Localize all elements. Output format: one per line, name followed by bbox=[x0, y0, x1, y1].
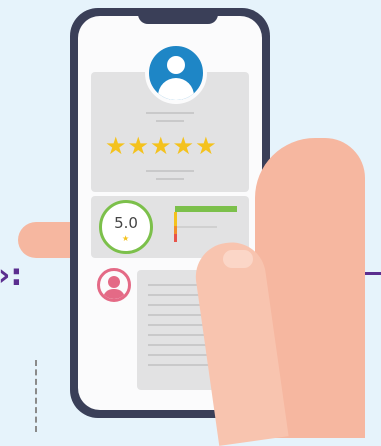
star-rating: ★★★★★ bbox=[105, 132, 218, 160]
subtitle-placeholder-line bbox=[156, 120, 184, 122]
thumb-nail bbox=[223, 250, 253, 268]
rating-value: 5.0 bbox=[114, 214, 138, 232]
avatar-body bbox=[158, 78, 194, 100]
arrow-mark: ›: bbox=[0, 258, 23, 293]
rating-bar-yellow bbox=[174, 212, 177, 226]
reviewer-head bbox=[108, 276, 120, 288]
rating-badge: 5.0 ★ bbox=[99, 200, 153, 254]
phone-notch bbox=[138, 14, 218, 24]
rating-bar-base bbox=[177, 226, 217, 228]
caption-placeholder-line bbox=[146, 170, 194, 172]
star-icon: ★ bbox=[122, 234, 130, 243]
rating-bar-red bbox=[174, 234, 177, 242]
reviewer-avatar-icon bbox=[97, 268, 131, 302]
rating-bar-green bbox=[175, 206, 237, 212]
avatar-head bbox=[167, 56, 185, 74]
name-placeholder-line bbox=[146, 112, 194, 114]
dotted-connector bbox=[35, 360, 37, 432]
user-avatar-icon bbox=[145, 42, 207, 104]
caption-placeholder-line-2 bbox=[156, 178, 184, 180]
reviewer-body bbox=[103, 289, 125, 299]
